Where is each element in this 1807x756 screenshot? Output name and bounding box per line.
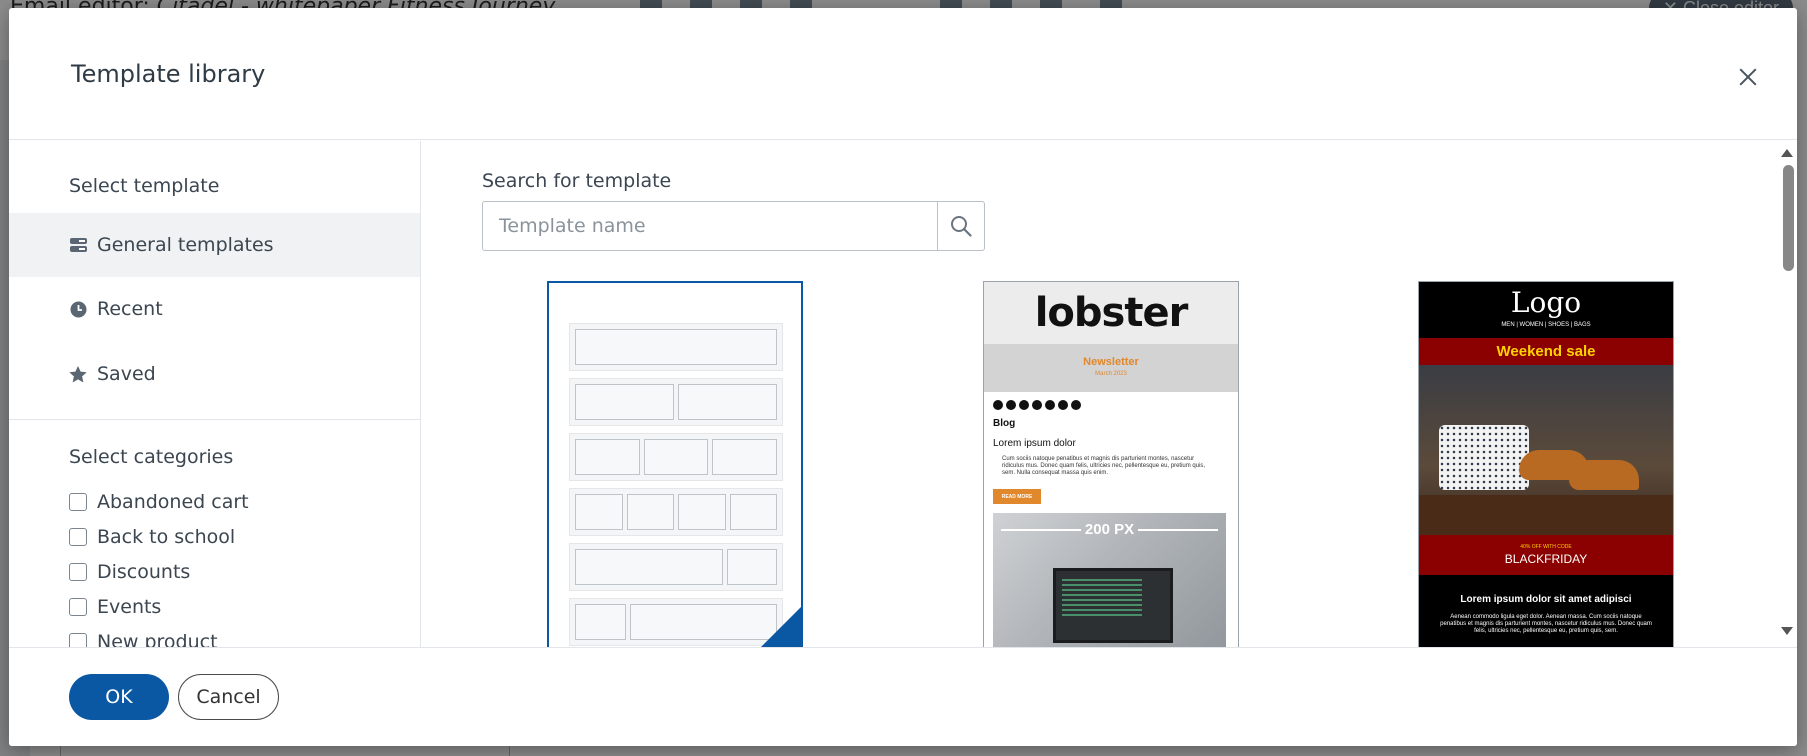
category-checkbox[interactable] bbox=[69, 598, 87, 616]
promo-code: BLACKFRIDAY bbox=[1504, 552, 1588, 566]
shirt-graphic bbox=[1439, 425, 1529, 490]
category-checkbox[interactable] bbox=[69, 528, 87, 546]
template-sidebar: Select template General templates Recent… bbox=[9, 141, 421, 653]
template-list-icon bbox=[69, 236, 87, 254]
sidebar-item-label: Recent bbox=[97, 298, 163, 320]
sidebar-item-general-templates[interactable]: General templates bbox=[9, 213, 420, 277]
scrollbar[interactable] bbox=[1777, 141, 1797, 647]
scrollbar-thumb[interactable] bbox=[1783, 165, 1794, 271]
instagram-icon bbox=[1032, 400, 1042, 410]
facebook-icon bbox=[993, 400, 1003, 410]
category-label: Abandoned cart bbox=[97, 491, 249, 513]
sale-heading: Lorem ipsum dolor sit amet adipisci bbox=[1460, 594, 1632, 605]
shop-logo: Logo bbox=[1510, 286, 1582, 319]
youtube-icon bbox=[1045, 400, 1055, 410]
category-checkbox[interactable] bbox=[69, 563, 87, 581]
lobster-header: lobster bbox=[984, 282, 1238, 344]
sale-paragraph: Aenean commodo ligula eget dolor. Aenean… bbox=[1440, 614, 1652, 634]
sidebar-item-label: General templates bbox=[97, 234, 274, 256]
star-icon bbox=[69, 365, 87, 383]
sale-banner: Weekend sale bbox=[1419, 338, 1673, 365]
template-library-modal: Template library Select template General… bbox=[9, 8, 1797, 746]
laptop-graphic bbox=[1053, 568, 1173, 643]
blog-paragraph: Cum sociis natoque penatibus et magnis d… bbox=[1002, 456, 1206, 476]
blog-title: Lorem ipsum dolor bbox=[993, 438, 1076, 449]
template-card-weekend-sale[interactable]: Logo MEN | WOMEN | SHOES | BAGS Weekend … bbox=[1418, 281, 1674, 647]
category-label: Events bbox=[97, 596, 162, 618]
whatsapp-icon bbox=[1071, 400, 1081, 410]
blog-heading: Blog bbox=[993, 418, 1016, 429]
offer-text: 40% OFF WITH CODE bbox=[1520, 544, 1572, 550]
scroll-up-arrow-icon[interactable] bbox=[1781, 149, 1793, 157]
newsletter-date: March 2023 bbox=[1095, 371, 1127, 377]
search-icon bbox=[951, 216, 972, 237]
modal-header: Template library bbox=[9, 8, 1797, 140]
template-card-lobster-newsletter[interactable]: lobster Newsletter March 2023 Blog Lorem… bbox=[983, 281, 1239, 647]
modal-footer: OK Cancel bbox=[9, 647, 1797, 746]
code-banner: 40% OFF WITH CODE BLACKFRIDAY bbox=[1419, 535, 1673, 575]
social-icons bbox=[993, 400, 1081, 410]
category-abandoned-cart[interactable]: Abandoned cart bbox=[69, 491, 249, 513]
layout-skeleton bbox=[569, 323, 783, 647]
category-back-to-school[interactable]: Back to school bbox=[69, 526, 235, 548]
ok-button[interactable]: OK bbox=[69, 674, 169, 720]
category-discounts[interactable]: Discounts bbox=[69, 561, 190, 583]
selected-check-icon bbox=[755, 605, 801, 647]
image-size-label: 200 PX bbox=[1084, 521, 1135, 538]
shelf-graphic bbox=[1419, 495, 1673, 535]
laptop-image: 200 PX bbox=[993, 513, 1226, 647]
select-categories-heading: Select categories bbox=[69, 446, 234, 468]
category-label: Discounts bbox=[97, 561, 191, 583]
sidebar-divider bbox=[9, 419, 420, 420]
search-label: Search for template bbox=[482, 170, 672, 192]
select-template-heading: Select template bbox=[69, 175, 220, 197]
clock-icon bbox=[69, 300, 87, 318]
search-button[interactable] bbox=[937, 201, 985, 251]
category-events[interactable]: Events bbox=[69, 596, 161, 618]
template-search-input[interactable] bbox=[482, 201, 938, 251]
close-icon[interactable] bbox=[1735, 64, 1761, 90]
shoe-graphic bbox=[1569, 460, 1639, 490]
newsletter-band: Newsletter March 2023 bbox=[984, 344, 1238, 392]
shop-menu: MEN | WOMEN | SHOES | BAGS bbox=[1501, 322, 1591, 328]
sidebar-item-saved[interactable]: Saved bbox=[9, 342, 420, 406]
newsletter-title: Newsletter bbox=[1083, 356, 1139, 368]
read-more-button: READ MORE bbox=[993, 489, 1041, 504]
lobster-logo: lobster bbox=[1034, 290, 1189, 336]
category-checkbox[interactable] bbox=[69, 493, 87, 511]
x-icon bbox=[1019, 400, 1029, 410]
template-main: Search for template lobster Newsletter bbox=[422, 141, 1797, 647]
sidebar-item-recent[interactable]: Recent bbox=[9, 277, 420, 341]
scroll-down-arrow-icon[interactable] bbox=[1781, 627, 1793, 635]
sidebar-item-label: Saved bbox=[97, 363, 156, 385]
shoes-image bbox=[1419, 365, 1673, 535]
pinterest-icon bbox=[1058, 400, 1068, 410]
cancel-button[interactable]: Cancel bbox=[178, 674, 279, 720]
modal-title: Template library bbox=[71, 60, 266, 88]
category-label: Back to school bbox=[97, 526, 236, 548]
template-card-blank[interactable] bbox=[547, 281, 803, 647]
linkedin-icon bbox=[1006, 400, 1016, 410]
